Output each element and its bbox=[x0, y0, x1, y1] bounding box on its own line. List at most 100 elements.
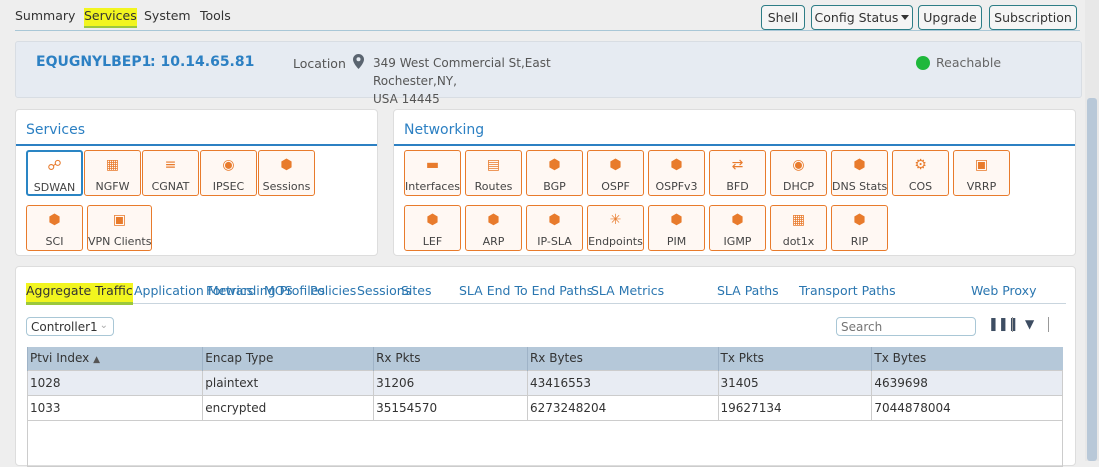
column-label: Tx Bytes bbox=[874, 351, 927, 366]
tile-rip[interactable]: ⬢ RIP bbox=[831, 205, 888, 251]
tile-sci[interactable]: ⬢ SCI bbox=[26, 205, 83, 251]
sort-icon[interactable]: ▲︎ bbox=[93, 355, 100, 365]
tile-interfaces[interactable]: ▬ Interfaces bbox=[404, 150, 461, 196]
column-label: Rx Bytes bbox=[529, 351, 583, 366]
tile-dhcp[interactable]: ◉ DHCP bbox=[770, 150, 827, 196]
subtab-mos[interactable]: MOS bbox=[264, 283, 293, 298]
tile-routes[interactable]: ▤ Routes bbox=[465, 150, 522, 196]
tab-services[interactable]: Services bbox=[84, 8, 137, 28]
table-cell: 43416553 bbox=[526, 369, 719, 396]
table-cell: 4639698 bbox=[871, 369, 1063, 396]
tile-ip-sla[interactable]: ⬢ IP-SLA bbox=[526, 205, 583, 251]
column-header[interactable]: Encap Type bbox=[202, 347, 374, 370]
status-text: Reachable bbox=[936, 55, 1002, 70]
tile-ngfw[interactable]: ▦ NGFW bbox=[84, 150, 141, 196]
subtab-sla-paths[interactable]: SLA Paths bbox=[717, 283, 779, 298]
tile-label: OSPFv3 bbox=[655, 180, 698, 193]
search-input[interactable] bbox=[836, 317, 976, 336]
divider bbox=[1012, 317, 1013, 332]
table-row[interactable]: 1028 plaintext 31206 43416553 31405 4639698 bbox=[26, 369, 1063, 396]
tile-ospf[interactable]: ⬢ OSPF bbox=[587, 150, 644, 196]
services-panel: Services ☍ SDWAN ▦ NGFW ≡ CGNAT ◉ IPSEC ⬢ Session… bbox=[15, 109, 378, 256]
table-cell: 31206 bbox=[373, 369, 528, 396]
column-header[interactable]: Rx Bytes bbox=[526, 347, 719, 370]
tile-bgp[interactable]: ⬢ BGP bbox=[526, 150, 583, 196]
subtab-web-proxy[interactable]: Web Proxy bbox=[971, 283, 1036, 298]
service-icon: ✳ bbox=[609, 212, 622, 228]
tile-cgnat[interactable]: ≡ CGNAT bbox=[142, 150, 199, 196]
controller-select[interactable]: Controller1 ⌄ bbox=[26, 317, 114, 336]
tile-cos[interactable]: ⚙ COS bbox=[892, 150, 949, 196]
table-cell: encrypted bbox=[202, 394, 375, 421]
subtab-sla-metrics[interactable]: SLA Metrics bbox=[591, 283, 664, 298]
scrollbar-thumb[interactable] bbox=[1087, 98, 1097, 461]
table-row[interactable]: 1033 encrypted 35154570 6273248204 19627134 7… bbox=[26, 394, 1063, 421]
tile-label: LEF bbox=[422, 235, 443, 248]
subtab-sla-end-to-end-paths[interactable]: SLA End To End Paths bbox=[459, 283, 593, 298]
caret-down-icon bbox=[901, 15, 910, 20]
address-line-1: 349 West Commercial St,East Rochester,NY… bbox=[373, 56, 551, 88]
cube-icon: ⬢ bbox=[548, 157, 561, 173]
column-header[interactable]: Rx Pkts bbox=[373, 347, 528, 370]
tab-summary[interactable]: Summary bbox=[15, 8, 75, 23]
tile-ospfv3[interactable]: ⬢ OSPFv3 bbox=[648, 150, 705, 196]
subtab-policies[interactable]: Policies bbox=[310, 283, 356, 298]
subtab-aggregate-traffic[interactable]: Aggregate Traffic bbox=[26, 283, 133, 305]
networking-title: Networking bbox=[404, 122, 485, 138]
service-icon: ▦ bbox=[105, 157, 120, 173]
cube-icon: ⬢ bbox=[670, 157, 683, 173]
tile-label: NGFW bbox=[95, 180, 130, 193]
tile-label: COS bbox=[908, 180, 933, 193]
tile-vrrp[interactable]: ▣ VRRP bbox=[953, 150, 1010, 196]
tile-label: DNS Stats bbox=[832, 180, 888, 193]
tile-label: SDWAN bbox=[33, 181, 76, 194]
config-status-label: Config Status bbox=[814, 10, 899, 25]
column-header[interactable]: Ptvi Index ▲︎ bbox=[26, 347, 203, 370]
location-label: Location bbox=[293, 56, 346, 71]
tile-ipsec[interactable]: ◉ IPSEC bbox=[200, 150, 257, 196]
columns-icon[interactable]: ❚❚❚ bbox=[988, 317, 1019, 332]
services-title: Services bbox=[26, 122, 86, 138]
tab-tools[interactable]: Tools bbox=[200, 8, 231, 23]
column-header[interactable]: Tx Bytes bbox=[871, 347, 1063, 370]
device-info-card: EQUGNYLBEP1 : 10.14.65.81 Location 349 W… bbox=[15, 41, 1082, 106]
tile-dns-stats[interactable]: ⬢ DNS Stats bbox=[831, 150, 888, 196]
tile-label: DHCP bbox=[782, 180, 815, 193]
shell-button[interactable]: Shell bbox=[761, 5, 805, 30]
table-cell: 1033 bbox=[26, 394, 204, 421]
column-label: Encap Type bbox=[205, 351, 274, 366]
table-cell: 35154570 bbox=[373, 394, 528, 421]
tile-vpn-clients[interactable]: ▣ VPN Clients bbox=[87, 205, 152, 251]
service-icon: ≡ bbox=[164, 157, 177, 173]
divider bbox=[16, 144, 377, 146]
tile-endpoints[interactable]: ✳ Endpoints bbox=[587, 205, 644, 251]
subtab-transport-paths[interactable]: Transport Paths bbox=[799, 283, 896, 298]
table-cell: 31405 bbox=[717, 369, 873, 396]
status-dot-icon bbox=[916, 56, 930, 70]
device-name: EQUGNYLBEP1 bbox=[36, 54, 152, 70]
tab-system[interactable]: System bbox=[144, 8, 191, 23]
tile-dot1x[interactable]: ▦ dot1x bbox=[770, 205, 827, 251]
tile-lef[interactable]: ⬢ LEF bbox=[404, 205, 461, 251]
chevron-down-icon: ⌄ bbox=[99, 320, 108, 331]
service-icon: ▦ bbox=[791, 212, 806, 228]
tile-sdwan[interactable]: ☍ SDWAN bbox=[26, 150, 83, 196]
filter-icon[interactable]: ▼ bbox=[1025, 317, 1034, 331]
tile-label: CGNAT bbox=[151, 180, 190, 193]
subscription-button[interactable]: Subscription bbox=[989, 5, 1077, 30]
tile-label: VRRP bbox=[966, 180, 997, 193]
tile-igmp[interactable]: ⬢ IGMP bbox=[709, 205, 766, 251]
tile-sessions[interactable]: ⬢ Sessions bbox=[258, 150, 315, 196]
subtab-sites[interactable]: Sites bbox=[401, 283, 432, 298]
config-status-button[interactable]: Config Status bbox=[811, 5, 913, 30]
tile-bfd[interactable]: ⇄ BFD bbox=[709, 150, 766, 196]
table-cell: 6273248204 bbox=[526, 394, 719, 421]
upgrade-button[interactable]: Upgrade bbox=[918, 5, 982, 30]
tile-arp[interactable]: ⬢ ARP bbox=[465, 205, 522, 251]
tile-pim[interactable]: ⬢ PIM bbox=[648, 205, 705, 251]
column-header[interactable]: Tx Pkts bbox=[717, 347, 872, 370]
networking-panel: Networking ▬ Interfaces ▤ Routes ⬢ BGP ⬢ OSPF ⬢ O… bbox=[393, 109, 1076, 256]
cube-icon: ⬢ bbox=[853, 157, 866, 173]
tile-label: Interfaces bbox=[405, 180, 460, 193]
service-icon: ▣ bbox=[974, 157, 989, 173]
